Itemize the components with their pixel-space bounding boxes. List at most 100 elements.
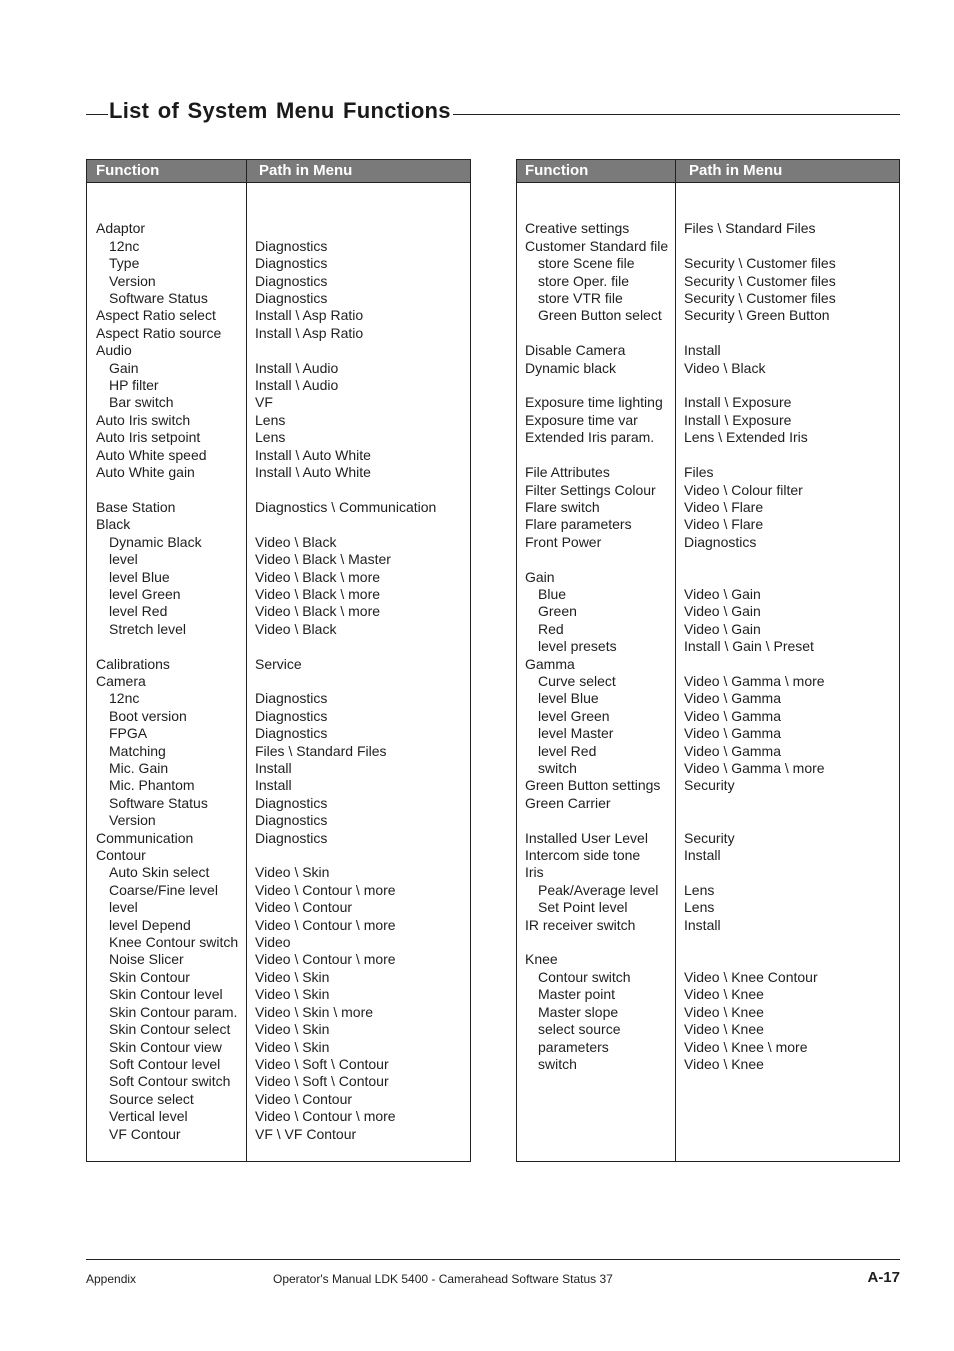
function-cell: Customer Standard file bbox=[525, 237, 669, 254]
table-row: Aspect Ratio select Install \ Asp Ratio bbox=[87, 307, 470, 324]
table-row bbox=[517, 934, 899, 951]
path-cell: Install \ Auto White bbox=[255, 464, 371, 481]
function-cell: Mic. Gain bbox=[109, 760, 169, 776]
path-cell: Video \ Soft \ Contour bbox=[255, 1055, 389, 1072]
table-row: level Video \ Black \ Master bbox=[87, 551, 470, 568]
page-title: List of System Menu Functions bbox=[109, 98, 451, 123]
path-cell: Video \ Knee bbox=[684, 986, 764, 1003]
function-cell: level Depend bbox=[109, 916, 191, 933]
function-cell: Green bbox=[538, 603, 577, 620]
path-cell: Video \ Skin bbox=[255, 1038, 330, 1055]
function-cell: level Red bbox=[538, 742, 597, 759]
path-cell: Diagnostics \ Communication bbox=[255, 498, 437, 515]
table-row bbox=[87, 638, 470, 655]
path-cell: Diagnostics bbox=[255, 725, 328, 742]
table-row: Creative settings Files \ Standard Files bbox=[517, 220, 899, 237]
table-row bbox=[517, 551, 899, 568]
function-cell: Exposure time var bbox=[525, 411, 638, 428]
path-cell: Lens bbox=[255, 411, 286, 428]
function-cell: Installed User Level bbox=[525, 829, 648, 846]
table-row: Software Status Diagnostics bbox=[87, 290, 470, 307]
function-cell: Gain bbox=[109, 359, 139, 376]
path-cell: Lens bbox=[684, 899, 715, 916]
function-cell: Peak/Average level bbox=[538, 881, 659, 898]
path-cell: Video \ Colour filter bbox=[684, 481, 803, 498]
path-cell: Diagnostics bbox=[255, 794, 328, 811]
function-cell: Curve select bbox=[538, 672, 616, 689]
path-cell: Install \ Gain \ Preset bbox=[684, 638, 814, 655]
path-cell: Lens \ Extended Iris bbox=[684, 429, 808, 446]
function-cell: Version bbox=[109, 272, 156, 289]
function-cell: level bbox=[109, 551, 138, 568]
table-row bbox=[517, 203, 899, 220]
path-cell: Video \ Contour \ more bbox=[255, 951, 396, 968]
path-cell: Install \ Audio bbox=[255, 359, 339, 376]
path-cell: Video bbox=[255, 934, 291, 951]
function-cell: Source select bbox=[109, 1090, 194, 1107]
function-cell: level Red bbox=[109, 603, 168, 620]
path-cell: Install \ Auto White bbox=[255, 446, 371, 463]
table-row: Auto Iris switch Lens bbox=[87, 412, 470, 429]
function-cell: Gamma bbox=[525, 655, 575, 672]
path-cell: Security \ Customer files bbox=[684, 290, 836, 307]
page-number: A-17 bbox=[867, 1269, 900, 1286]
function-cell: Base Station bbox=[96, 498, 176, 515]
function-cell: level Green bbox=[538, 707, 610, 724]
function-cell: Disable Camera bbox=[525, 342, 626, 359]
table-row: store Scene file Security \ Customer file… bbox=[517, 255, 899, 272]
function-cell: HP filter bbox=[109, 377, 159, 394]
path-cell: Video \ Black \ Master bbox=[255, 551, 391, 568]
table-row: Dynamic Black Video \ Black bbox=[87, 534, 470, 551]
function-cell: Skin Contour select bbox=[109, 1021, 231, 1038]
table-row: Flare switch Video \ Flare bbox=[517, 499, 899, 516]
path-cell: Diagnostics bbox=[255, 237, 328, 254]
table-row bbox=[87, 203, 470, 220]
function-cell: Software Status bbox=[109, 290, 208, 307]
table-row: Intercom side tone Install bbox=[517, 847, 899, 864]
path-cell: Diagnostics bbox=[255, 290, 328, 307]
function-cell: Type bbox=[109, 255, 140, 272]
path-cell: Diagnostics bbox=[255, 690, 328, 707]
path-cell: Files \ Standard Files bbox=[684, 220, 816, 237]
path-cell: Diagnostics bbox=[255, 272, 328, 289]
path-cell: Video \ Skin \ more bbox=[255, 1003, 374, 1020]
table-row bbox=[517, 447, 899, 464]
path-cell: Install \ Asp Ratio bbox=[255, 307, 364, 324]
path-cell: Diagnostics bbox=[255, 829, 328, 846]
table-row bbox=[87, 482, 470, 499]
menu-functions-table-left: Function Path in Menu Adaptor 12nc Diagnos… bbox=[86, 159, 471, 1162]
path-cell: Video \ Gamma bbox=[684, 707, 782, 724]
path-cell: Video \ Skin bbox=[255, 1021, 330, 1038]
path-cell: Video \ Gain bbox=[684, 620, 761, 637]
table-row: Bar switch VF bbox=[87, 394, 470, 411]
function-cell: Soft Contour level bbox=[109, 1055, 221, 1072]
table-row: Knee Contour switch Video bbox=[87, 934, 470, 951]
table-row: level Green Video \ Gamma bbox=[517, 708, 899, 725]
table-row: level Green Video \ Black \ more bbox=[87, 586, 470, 603]
path-cell: Install \ Audio bbox=[255, 377, 339, 394]
path-cell: Install bbox=[255, 777, 292, 794]
table-row: Exposure time var Install \ Exposure bbox=[517, 412, 899, 429]
table-row: Green Video \ Gain bbox=[517, 603, 899, 620]
table-row: level Blue Video \ Black \ more bbox=[87, 569, 470, 586]
table-row: Skin Contour level Video \ Skin bbox=[87, 986, 470, 1003]
table-row: Source select Video \ Contour bbox=[87, 1091, 470, 1108]
path-cell: Service bbox=[255, 655, 302, 672]
function-cell: Knee Contour switch bbox=[109, 934, 239, 951]
path-cell: Video \ Black bbox=[255, 620, 337, 637]
path-cell: Install bbox=[684, 847, 721, 864]
path-cell: Video \ Black bbox=[255, 533, 337, 550]
function-cell: Boot version bbox=[109, 707, 187, 724]
table-row: Matching Files \ Standard Files bbox=[87, 743, 470, 760]
table-row: VF Contour VF \ VF Contour bbox=[87, 1126, 470, 1143]
function-cell: Green Button select bbox=[538, 307, 662, 324]
path-cell: Install \ Exposure bbox=[684, 394, 792, 411]
function-cell: Knee bbox=[525, 951, 558, 968]
table-row: Version Diagnostics bbox=[87, 812, 470, 829]
table-row: Calibrations Service bbox=[87, 656, 470, 673]
function-cell: Audio bbox=[96, 342, 132, 359]
function-cell: Extended Iris param. bbox=[525, 429, 655, 446]
function-cell: Software Status bbox=[109, 794, 208, 811]
path-cell: Video \ Black \ more bbox=[255, 603, 381, 620]
function-cell: IR receiver switch bbox=[525, 916, 636, 933]
